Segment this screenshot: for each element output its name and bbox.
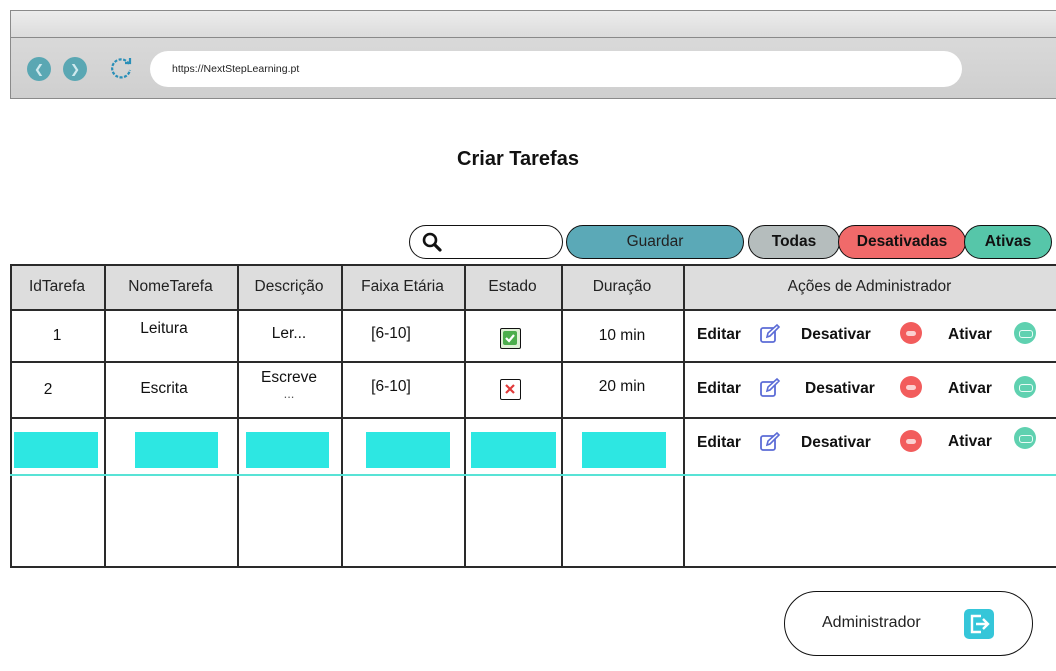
row-divider-highlight: [10, 474, 1056, 476]
administrator-label: Administrador: [822, 614, 921, 631]
divider: [683, 264, 685, 568]
task-description: Ler...: [271, 325, 307, 342]
column-header-id[interactable]: IdTarefa: [10, 264, 104, 309]
back-arrow-icon[interactable]: ❮: [27, 57, 51, 81]
new-id-field[interactable]: [14, 432, 98, 468]
deactivate-button[interactable]: Desativar: [805, 380, 875, 398]
task-age-range: [6-10]: [371, 325, 411, 342]
filter-all-button[interactable]: Todas: [748, 225, 840, 259]
edit-button[interactable]: Editar: [697, 326, 741, 344]
toggle-off-icon[interactable]: [900, 376, 922, 398]
state-checkbox-checked[interactable]: [500, 328, 521, 349]
column-header-description[interactable]: Descrição: [237, 264, 341, 309]
checkmark-icon: [503, 331, 517, 345]
task-name: Escrita: [140, 380, 188, 397]
new-description-field[interactable]: [246, 432, 329, 468]
administrator-button[interactable]: Administrador: [784, 591, 1033, 656]
divider: [104, 264, 106, 568]
filter-active-button[interactable]: Ativas: [964, 225, 1052, 259]
divider: [10, 417, 1056, 419]
divider: [10, 309, 1056, 311]
activate-button[interactable]: Ativar: [948, 326, 992, 344]
reload-icon[interactable]: [107, 54, 135, 82]
toggle-on-icon[interactable]: [1014, 322, 1036, 344]
edit-button[interactable]: Editar: [697, 434, 741, 452]
new-state-field[interactable]: [471, 432, 556, 468]
column-header-state[interactable]: Estado: [464, 264, 561, 309]
divider: [341, 264, 343, 568]
edit-pencil-icon[interactable]: [759, 431, 781, 453]
window-titlebar: [10, 10, 1056, 38]
state-checkbox-unchecked[interactable]: [500, 379, 521, 400]
activate-button[interactable]: Ativar: [948, 380, 992, 398]
save-button[interactable]: Guardar: [566, 225, 744, 259]
task-duration: 20 min: [598, 378, 646, 395]
new-age-range-field[interactable]: [366, 432, 450, 468]
logout-icon: [964, 609, 994, 639]
toggle-off-icon[interactable]: [900, 430, 922, 452]
toggle-on-icon[interactable]: [1014, 427, 1036, 449]
deactivate-button[interactable]: Desativar: [801, 434, 871, 452]
column-header-duration[interactable]: Duração: [561, 264, 683, 309]
search-icon: [422, 232, 442, 252]
browser-toolbar: ❮ ❯ https://NextStepLearning.pt: [10, 37, 1056, 99]
divider: [10, 361, 1056, 363]
task-id: 1: [52, 327, 62, 344]
column-header-admin-actions: Ações de Administrador: [787, 278, 952, 295]
page-title: Criar Tarefas: [457, 148, 579, 170]
activate-button[interactable]: Ativar: [948, 433, 992, 451]
task-age-range: [6-10]: [371, 378, 411, 395]
search-input[interactable]: [409, 225, 563, 259]
column-header-age-range[interactable]: Faixa Etária: [341, 264, 464, 309]
address-bar[interactable]: https://NextStepLearning.pt: [150, 51, 962, 87]
divider: [464, 264, 466, 568]
filter-deactivated-button[interactable]: Desativadas: [838, 225, 966, 259]
toggle-on-icon[interactable]: [1014, 376, 1036, 398]
new-duration-field[interactable]: [582, 432, 666, 468]
cross-icon: [505, 384, 515, 394]
deactivate-button[interactable]: Desativar: [801, 326, 871, 344]
divider: [561, 264, 563, 568]
task-description: Escreve: [261, 369, 317, 386]
edit-pencil-icon[interactable]: [759, 323, 781, 345]
edit-button[interactable]: Editar: [697, 380, 741, 398]
task-id: 2: [43, 381, 53, 398]
task-description-ellipsis: ...: [283, 386, 295, 401]
edit-pencil-icon[interactable]: [759, 377, 781, 399]
column-header-name[interactable]: NomeTarefa: [104, 264, 237, 309]
forward-arrow-icon[interactable]: ❯: [63, 57, 87, 81]
divider: [237, 264, 239, 568]
divider: [10, 566, 1056, 568]
divider: [10, 264, 12, 568]
task-name: Leitura: [140, 320, 188, 337]
task-duration: 10 min: [598, 327, 646, 344]
new-name-field[interactable]: [135, 432, 218, 468]
toggle-off-icon[interactable]: [900, 322, 922, 344]
